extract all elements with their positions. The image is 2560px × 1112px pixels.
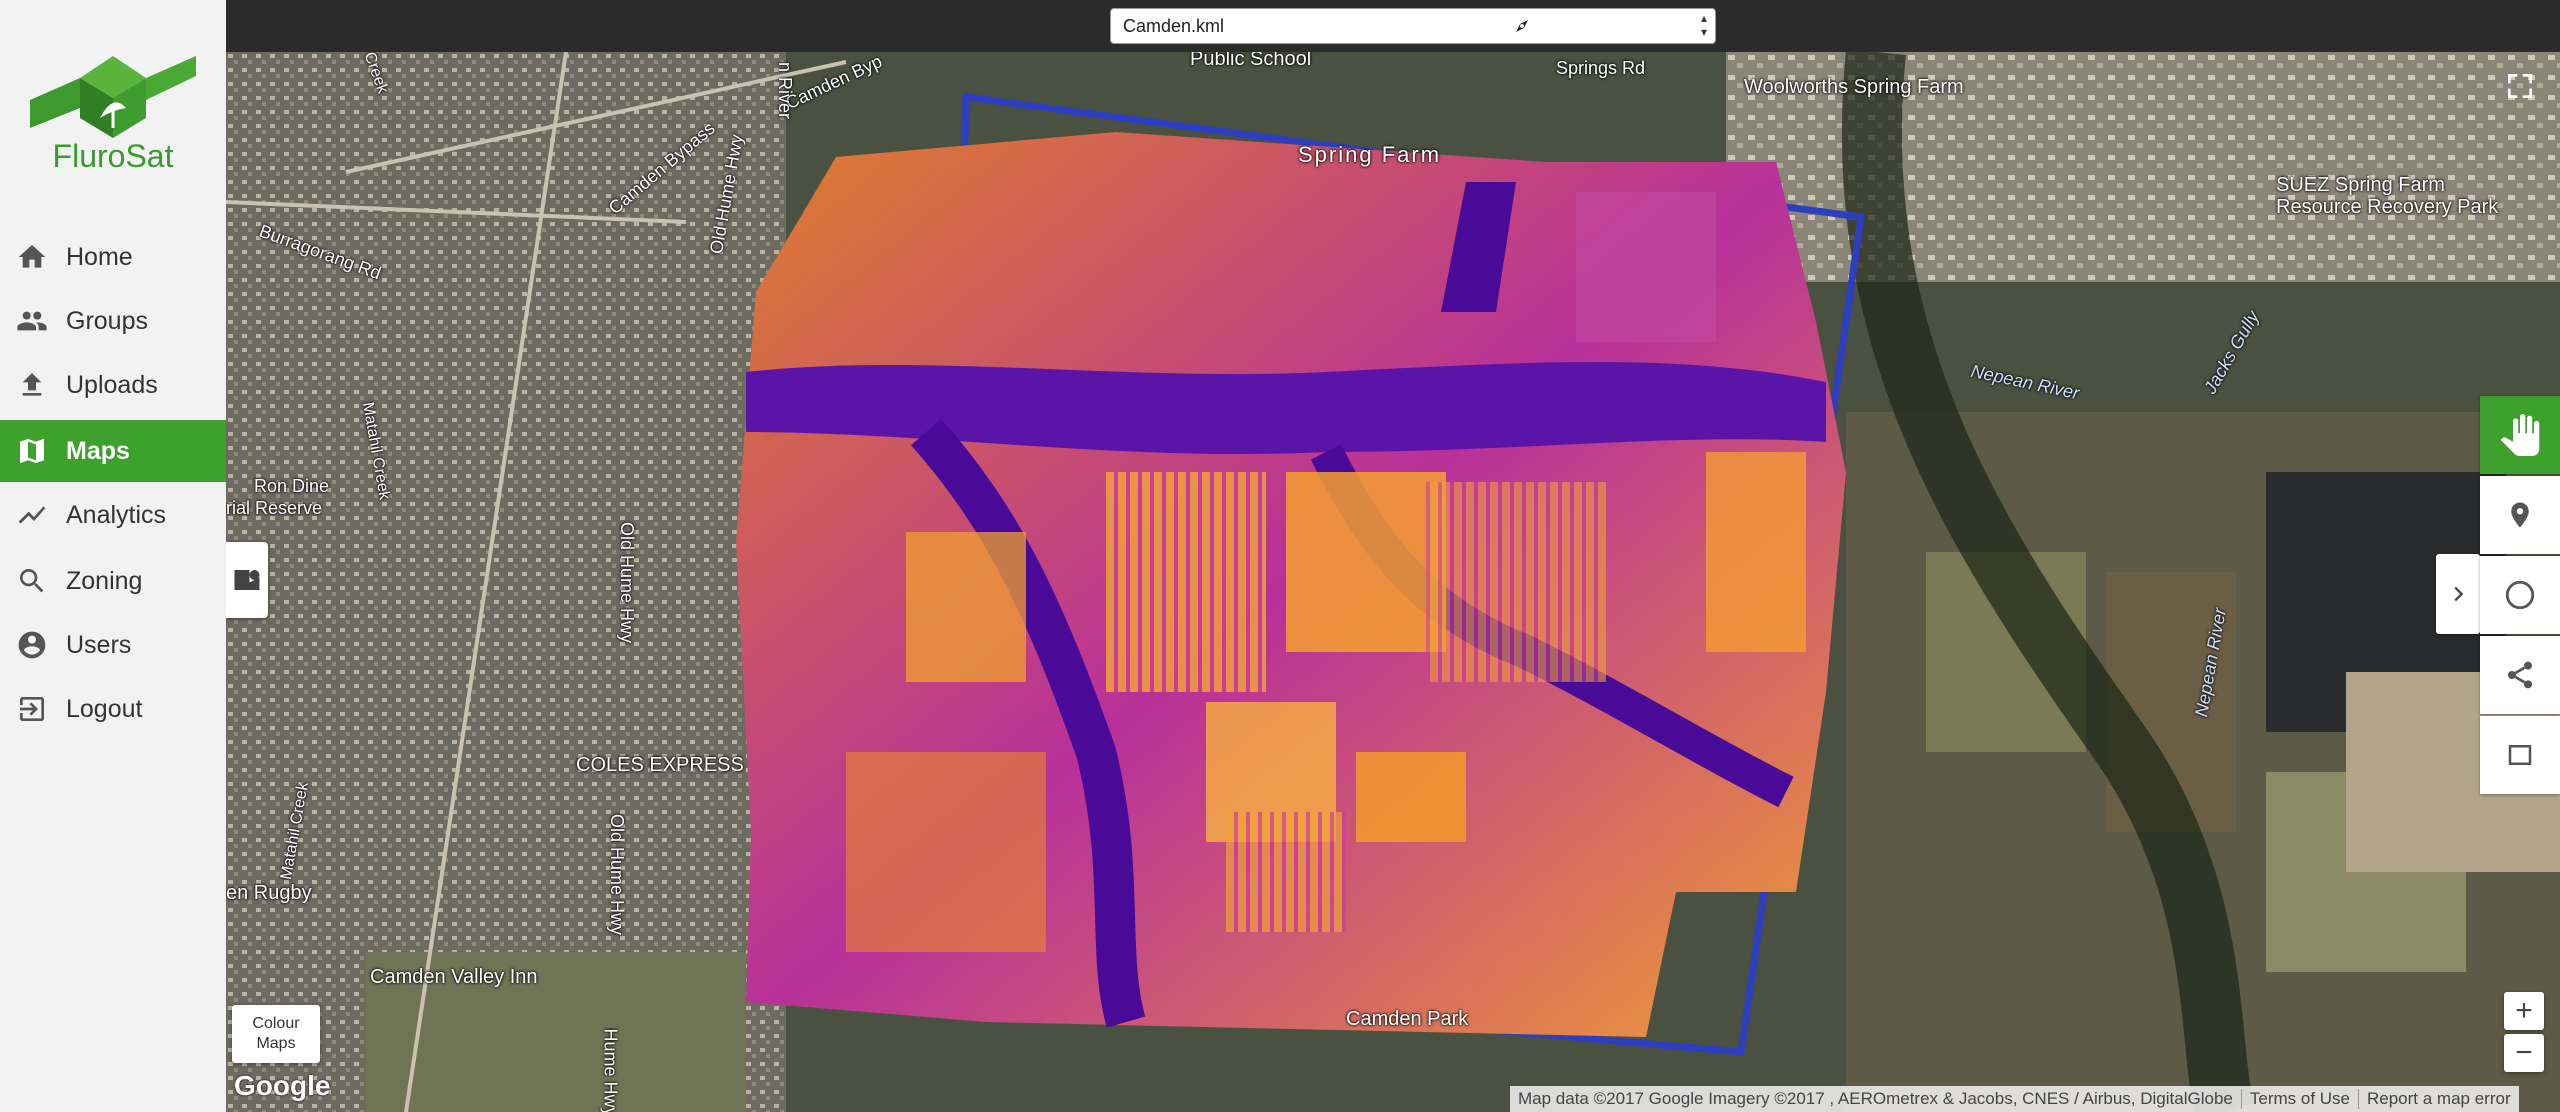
search-icon bbox=[14, 563, 50, 599]
sidebar-item-label: Logout bbox=[66, 694, 143, 723]
circle-tool[interactable] bbox=[2480, 556, 2560, 634]
share-tool[interactable] bbox=[2480, 636, 2560, 714]
map-label: Hume Hwy bbox=[600, 1028, 621, 1112]
fullscreen-button[interactable] bbox=[2500, 66, 2540, 106]
circle-icon bbox=[2505, 580, 2535, 610]
sidebar-item-label: Home bbox=[66, 242, 133, 271]
sidebar-item-home[interactable]: Home bbox=[0, 226, 226, 288]
map-label: Resource Recovery Park bbox=[2276, 196, 2499, 218]
top-bar: Camden.kml ▴ ▾ Field analytics bbox=[226, 0, 2560, 52]
sidebar-item-logout[interactable]: Logout bbox=[0, 678, 226, 740]
groups-icon bbox=[14, 303, 50, 339]
map-label: Spring Farm bbox=[1298, 142, 1442, 167]
analytics-icon bbox=[14, 497, 50, 533]
map-label: en Rugby bbox=[226, 882, 312, 904]
map-label: COLES EXPRESS bbox=[576, 754, 744, 776]
sidebar-item-users[interactable]: Users bbox=[0, 614, 226, 676]
sidebar-item-maps[interactable]: Maps bbox=[0, 420, 226, 482]
map-icon bbox=[14, 433, 50, 469]
report-map-error-link[interactable]: Report a map error bbox=[2358, 1089, 2519, 1109]
expand-panel-button[interactable] bbox=[2436, 554, 2480, 634]
google-logo: Google bbox=[234, 1070, 331, 1101]
rectangle-tool[interactable] bbox=[2480, 716, 2560, 794]
colour-maps-button[interactable]: Colour Maps bbox=[232, 1005, 320, 1063]
legend-toggle-button[interactable] bbox=[226, 542, 268, 618]
layers-legend-icon bbox=[234, 570, 260, 590]
map-canvas[interactable]: Public School Springs Rd Woolworths Spri… bbox=[226, 52, 2560, 1112]
user-icon bbox=[14, 627, 50, 663]
map-label: Camden Valley Inn bbox=[370, 966, 538, 988]
pan-hand-tool[interactable] bbox=[2480, 396, 2560, 474]
map-label: Ron Dine bbox=[254, 476, 330, 496]
select-arrows-icon: ▴ ▾ bbox=[1700, 11, 1707, 39]
logo-icon bbox=[30, 56, 196, 138]
square-icon bbox=[2508, 745, 2532, 765]
map-data-credit: Map data ©2017 Google Imagery ©2017 , AE… bbox=[1518, 1089, 2233, 1108]
sidebar-item-groups[interactable]: Groups bbox=[0, 290, 226, 352]
sidebar-item-uploads[interactable]: Uploads bbox=[0, 354, 226, 416]
terms-of-use-link[interactable]: Terms of Use bbox=[2240, 1089, 2358, 1109]
map-label: Camden Park bbox=[1346, 1008, 1469, 1030]
map-label: SUEZ Spring Farm bbox=[2276, 174, 2445, 196]
file-select-value: Camden.kml bbox=[1123, 16, 1225, 36]
compass-icon[interactable] bbox=[1504, 8, 1540, 44]
upload-icon bbox=[14, 367, 50, 403]
zoom-out-button[interactable]: − bbox=[2504, 1034, 2544, 1072]
home-icon bbox=[14, 239, 50, 275]
sidebar: FluroSat Home Groups Uploads Maps Analyt… bbox=[0, 0, 226, 1112]
map-label: Old Hume Hwy bbox=[617, 521, 638, 644]
fullscreen-icon bbox=[2508, 74, 2532, 98]
zoom-in-button[interactable]: + bbox=[2504, 992, 2544, 1030]
map-label: Public School bbox=[1190, 52, 1312, 70]
map-label: n River bbox=[775, 61, 796, 120]
map-label: rial Reserve bbox=[226, 498, 323, 518]
map-label: Woolworths Spring Farm bbox=[1744, 76, 1964, 98]
share-icon bbox=[2508, 661, 2532, 689]
sidebar-item-label: Groups bbox=[66, 306, 148, 335]
hand-icon bbox=[2500, 414, 2540, 456]
chevron-right-icon bbox=[2454, 586, 2464, 602]
sidebar-item-label: Zoning bbox=[66, 566, 143, 595]
colour-maps-label: Colour bbox=[252, 1015, 300, 1032]
field-analytics-link[interactable]: Field analytics bbox=[1561, 12, 1681, 34]
app-name: FluroSat bbox=[52, 138, 174, 174]
sidebar-item-label: Analytics bbox=[66, 500, 167, 529]
marker-tool[interactable] bbox=[2480, 476, 2560, 554]
map-label: Springs Rd bbox=[1556, 58, 1646, 78]
sidebar-item-label: Maps bbox=[66, 436, 130, 465]
colour-maps-label: Maps bbox=[256, 1035, 296, 1052]
map-attribution: Map data ©2017 Google Imagery ©2017 , AE… bbox=[1510, 1086, 2519, 1112]
satellite-imagery bbox=[226, 52, 2560, 1112]
sidebar-item-label: Users bbox=[66, 630, 132, 659]
sidebar-item-zoning[interactable]: Zoning bbox=[0, 550, 226, 612]
map-label: Old Hume Hwy bbox=[607, 813, 628, 936]
sidebar-item-label: Uploads bbox=[66, 370, 158, 399]
pin-icon bbox=[2511, 502, 2529, 528]
sidebar-item-analytics[interactable]: Analytics bbox=[0, 484, 226, 546]
logout-icon bbox=[14, 691, 50, 727]
